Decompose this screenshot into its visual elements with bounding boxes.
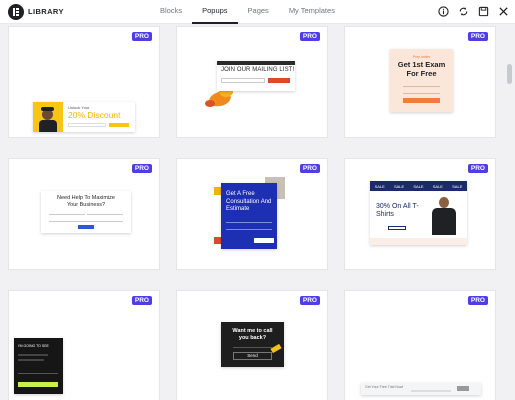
template-card-bottom-bar[interactable]: PRO Get Your Free Trial Now! — [344, 290, 496, 400]
tab-popups[interactable]: Popups — [192, 0, 238, 24]
popup-title: 30% On All T-Shirts — [376, 203, 419, 218]
popup-title: 20% Discount — [68, 110, 121, 120]
library-tabs: Blocks Popups Pages My Templates — [150, 0, 345, 24]
template-library-modal: LIBRARY Blocks Popups Pages My Templates — [0, 0, 515, 400]
vertical-scrollbar[interactable] — [507, 28, 512, 396]
save-icon[interactable] — [477, 5, 489, 17]
template-card-maximize-business[interactable]: PRO Need Help To Maximize Your Business? — [8, 158, 160, 270]
popup-kicker: Prep better — [412, 55, 431, 59]
tab-blocks[interactable]: Blocks — [150, 0, 192, 24]
pro-badge: PRO — [131, 164, 152, 173]
header-toolbar — [437, 5, 509, 17]
person-photo — [430, 195, 458, 235]
pro-badge: PRO — [131, 32, 152, 41]
template-card-exam[interactable]: PRO Prep better Get 1st Exam For Free — [344, 26, 496, 138]
template-grid-area: PRO Unlock Your 20% Discount PRO JOIN OU… — [0, 24, 515, 400]
sale-banner: SALE SALE SALE SALE SALE — [370, 181, 467, 191]
send-button-preview: Send — [233, 352, 272, 360]
popup-title: Get 1st Exam For Free — [397, 60, 446, 78]
popup-preview: Want me to call you back? Send — [221, 322, 284, 367]
template-card-consultation[interactable]: PRO Get A Free Consultation And Estimate — [176, 158, 328, 270]
pro-badge: PRO — [299, 164, 320, 173]
popup-preview: Need Help To Maximize Your Business? — [41, 191, 131, 233]
close-icon[interactable] — [497, 5, 509, 17]
info-icon[interactable] — [437, 5, 449, 17]
popup-preview: I'M GOING TO SEE — [14, 338, 63, 394]
pro-badge: PRO — [467, 296, 488, 305]
pro-badge: PRO — [467, 32, 488, 41]
template-grid: PRO Unlock Your 20% Discount PRO JOIN OU… — [8, 26, 496, 400]
library-header: LIBRARY Blocks Popups Pages My Templates — [0, 0, 515, 24]
elementor-logo-icon — [8, 4, 24, 20]
template-card-dark-offer[interactable]: PRO I'M GOING TO SEE — [8, 290, 160, 400]
template-card-mailing-list[interactable]: PRO JOIN OUR MAILING LIST! — [176, 26, 328, 138]
popup-preview: JOIN OUR MAILING LIST! — [217, 61, 295, 91]
popup-title: Want me to call you back? — [232, 328, 273, 341]
popup-title: JOIN OUR MAILING LIST! — [221, 67, 295, 73]
pro-badge: PRO — [299, 32, 320, 41]
sync-icon[interactable] — [457, 5, 469, 17]
tab-pages[interactable]: Pages — [238, 0, 279, 24]
pro-badge: PRO — [299, 296, 320, 305]
popup-preview: Unlock Your 20% Discount — [33, 102, 135, 132]
template-card-callback[interactable]: PRO Want me to call you back? Send — [176, 290, 328, 400]
pro-badge: PRO — [131, 296, 152, 305]
template-card-tshirts-sale[interactable]: PRO SALE SALE SALE SALE SALE 30% On All … — [344, 158, 496, 270]
popup-preview: SALE SALE SALE SALE SALE 30% On All T-Sh… — [370, 181, 467, 245]
template-card-discount[interactable]: PRO Unlock Your 20% Discount — [8, 26, 160, 138]
scrollbar-thumb[interactable] — [507, 64, 512, 84]
person-photo — [33, 102, 63, 132]
popup-title: Get A Free Consultation And Estimate — [226, 191, 272, 212]
popup-title: I'M GOING TO SEE — [18, 344, 49, 348]
library-title: LIBRARY — [28, 7, 64, 16]
pro-badge: PRO — [467, 164, 488, 173]
tab-my-templates[interactable]: My Templates — [279, 0, 345, 24]
popup-preview: Get A Free Consultation And Estimate — [221, 183, 277, 249]
popup-title: Need Help To Maximize Your Business? — [57, 195, 115, 208]
popup-title: Get Your Free Trial Now! — [365, 385, 404, 389]
popup-preview: Get Your Free Trial Now! — [361, 383, 481, 395]
popup-preview: Prep better Get 1st Exam For Free — [390, 49, 453, 112]
